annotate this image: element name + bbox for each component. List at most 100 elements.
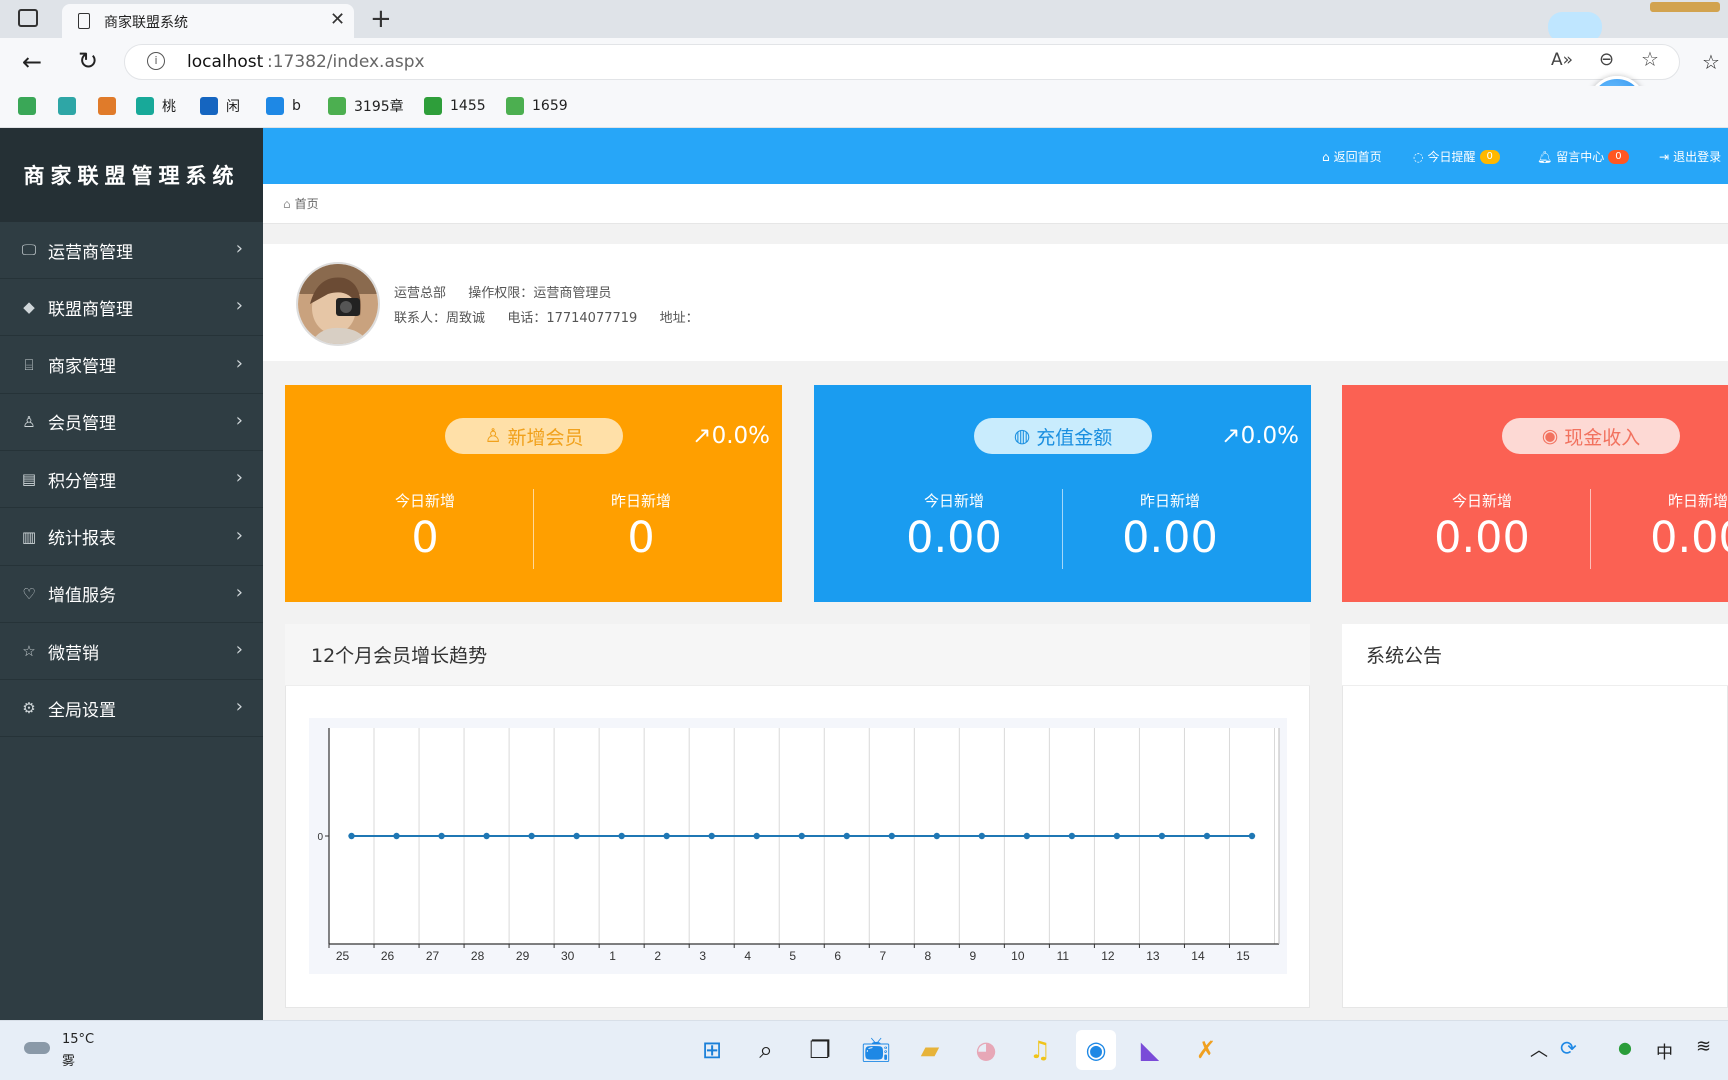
reload-icon[interactable]: ↻ [78, 47, 98, 75]
bilibili-icon[interactable]: 📺︎ [856, 1030, 896, 1070]
sidebar-item[interactable]: ☆ 微营销 › [0, 623, 263, 681]
visual-studio-icon[interactable]: ◣ [1130, 1030, 1170, 1070]
anime-app-icon[interactable]: ◕ [966, 1030, 1006, 1070]
reminder-link[interactable]: ◌ 今日提醒 0 [1413, 148, 1500, 165]
ime-status-icon[interactable]: ● [1618, 1038, 1632, 1057]
yesterday-value: 0.00 [1122, 513, 1218, 563]
add-favorite-icon[interactable]: ☆ [1641, 47, 1659, 71]
search-icon[interactable]: ⌕ [746, 1030, 786, 1070]
x-tick-label: 8 [924, 949, 931, 963]
sync-icon[interactable]: ⟳ [1560, 1036, 1577, 1060]
sidebar-item[interactable]: 🖵︎ 运营商管理 › [0, 222, 263, 279]
bookmark-item[interactable]: 闲 [200, 95, 240, 117]
data-point [888, 832, 895, 840]
profile-line-2: 联系人：周致诚 电话：17714077719 地址： [394, 307, 699, 326]
data-point [528, 832, 535, 840]
favorites-icon[interactable]: ☆ [1702, 50, 1720, 74]
edge-browser-icon[interactable]: ◉ [1076, 1030, 1116, 1070]
close-tab-icon[interactable]: ✕ [330, 9, 345, 30]
url-field[interactable]: i localhost :17382/index.aspx A» ⊖ ☆ [124, 44, 1680, 80]
file-explorer-icon[interactable]: ▰ [910, 1030, 950, 1070]
user-icon: ♙ [484, 425, 502, 447]
tab-actions-icon[interactable] [18, 9, 38, 27]
contact-value: 周致诚 [446, 311, 486, 326]
data-point [393, 832, 400, 840]
logout-link[interactable]: ⇥ 退出登录 [1659, 148, 1721, 165]
music-app-icon[interactable]: ♫ [1020, 1030, 1060, 1070]
tray-chevron-icon[interactable]: ︿ [1530, 1036, 1548, 1062]
messages-link[interactable]: 🔔︎ 留言中心 0 [1537, 148, 1629, 165]
stat-card: ◍ 充值金额 ↗0.0% 今日新增 0.00 昨日新增 0.00 [814, 385, 1311, 602]
monitor-icon: 🖵︎ [21, 241, 37, 259]
member-growth-chart: 025 26 27 28 29 30 1 2 3 4 5 6 7 8 9 10 11 12 13 14 15 [309, 718, 1287, 974]
x-tick-label: 6 [834, 949, 841, 963]
bookmark-label: b [292, 98, 301, 114]
back-icon[interactable]: ← [22, 48, 42, 76]
sidebar-item[interactable]: ♙ 会员管理 › [0, 394, 263, 451]
wifi-icon[interactable]: ≋ [1696, 1036, 1711, 1057]
sidebar-item[interactable]: ♡ 增值服务 › [0, 566, 263, 623]
sidebar-item[interactable]: ◆ 联盟商管理 › [0, 279, 263, 337]
x-tick-label: 14 [1191, 949, 1205, 963]
top-header [263, 128, 1728, 184]
bookmark-item[interactable] [18, 95, 36, 117]
sidebar-item[interactable]: ⌸ 商家管理 › [0, 337, 263, 394]
messages-badge: 0 [1608, 149, 1629, 164]
read-aloud-icon[interactable]: A» [1551, 50, 1573, 70]
y-tick-label: 0 [317, 832, 323, 843]
bookmark-label: 闲 [226, 99, 240, 115]
data-point [1113, 832, 1121, 840]
sidebar-item-label: 商家管理 [48, 357, 116, 378]
new-tab-icon[interactable]: + [370, 4, 392, 34]
data-point [1023, 832, 1031, 840]
bookmark-item[interactable]: b [266, 95, 301, 117]
weather-widget[interactable]: 15°C 雾 [22, 1030, 102, 1070]
bookmark-label: 1659 [532, 98, 568, 114]
data-point [1068, 832, 1076, 840]
chevron-right-icon: › [235, 238, 243, 259]
bookmark-item[interactable]: 桃 [136, 95, 176, 117]
logout-icon: ⇥ [1659, 149, 1670, 164]
notice-panel-title: 系统公告 [1342, 624, 1728, 686]
bookmark-item[interactable]: 1455 [424, 95, 486, 117]
stat-card: ♙ 新增会员 ↗0.0% 今日新增 0 昨日新增 0 [285, 385, 782, 602]
data-point [978, 832, 986, 840]
bookmark-label: 3195章 [354, 99, 404, 115]
sidebar-item[interactable]: ▥ 统计报表 › [0, 509, 263, 566]
sidebar-item-label: 联盟商管理 [48, 299, 133, 320]
sidebar-item[interactable]: ⚙ 全局设置 › [0, 680, 263, 738]
ime-mode[interactable]: 中 [1656, 1038, 1673, 1063]
home-icon: ⌂ [283, 196, 291, 211]
x-tick-label: 9 [969, 949, 976, 963]
stat-card-change: ↗0.0% [692, 423, 770, 449]
bar-chart-icon: ▥ [21, 527, 37, 546]
browser-tab[interactable]: 商家联盟系统 ✕ [62, 4, 354, 38]
bookmark-item[interactable] [98, 95, 116, 117]
chevron-right-icon: › [235, 295, 243, 317]
x-tick-label: 12 [1101, 949, 1115, 963]
store-icon: ⌸ [24, 355, 34, 374]
sidebar-item-label: 全局设置 [48, 700, 116, 721]
contact-label: 联系人： [394, 311, 447, 326]
sidebar-item[interactable]: ▤ 积分管理 › [0, 451, 263, 509]
bookmark-item[interactable]: 1659 [506, 95, 568, 117]
reminder-badge: 0 [1479, 149, 1500, 164]
home-link[interactable]: ⌂ 返回首页 [1322, 148, 1382, 165]
bookmark-item[interactable]: 3195章 [328, 95, 404, 117]
battery-indicator-icon [1650, 2, 1720, 12]
site-info-icon[interactable]: i [147, 52, 165, 70]
task-view-icon[interactable]: ❐ [800, 1030, 840, 1070]
data-point [798, 832, 805, 840]
chart-panel-title: 12个月会员增长趋势 [285, 624, 1310, 686]
bookmark-favicon-icon [18, 97, 36, 115]
zoom-out-icon[interactable]: ⊖ [1599, 49, 1614, 70]
sidebar-item-label: 会员管理 [48, 414, 116, 435]
x-tick-label: 27 [426, 949, 440, 963]
logout-label: 退出登录 [1673, 150, 1722, 164]
start-icon[interactable]: ⊞ [692, 1030, 732, 1070]
breadcrumb-home[interactable]: 首页 [295, 195, 319, 212]
phone-label: 电话： [507, 311, 547, 326]
bookmark-label: 1455 [450, 98, 486, 114]
bookmark-item[interactable] [58, 95, 76, 117]
tool-app-icon[interactable]: ✗ [1186, 1030, 1226, 1070]
